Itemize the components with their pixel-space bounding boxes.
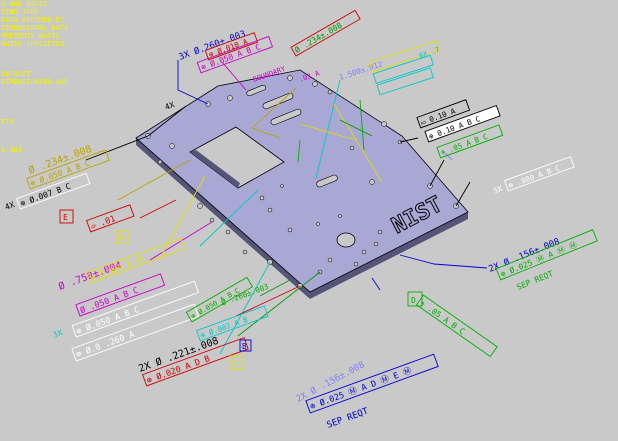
callout-3x-left[interactable]: 3X [52,328,64,340]
fcf-green-bottom[interactable]: ⌖ .05 A B C [415,294,498,358]
large-bore-hole [336,232,356,248]
fcf-yellow[interactable]: ⊕ Ø.004 A Ⓜ [86,237,185,284]
datum-a[interactable]: A [115,230,129,244]
datum-c[interactable]: C [229,355,244,370]
dimension-text: 6X .7 [418,46,441,60]
note-line: RWISE SPECIFIED. [1,40,68,48]
fcf-text: ⊕ Ø.050 A B C [190,287,241,321]
cad-viewport[interactable]: G AND BASIC RING TAKE DATA DEFINED BY DI… [0,0,618,441]
callout-3x-right[interactable]: 3X [492,184,504,196]
callout-6x[interactable]: 6X .7 [418,46,441,60]
datum-label: C [233,359,238,368]
sep-reqt-label: SEP REQT [515,269,554,292]
fcf-right-white[interactable]: ⊕ .080 A B C [504,156,575,192]
note-line: A 384 [1,146,22,154]
dimension-text: 3X [492,184,504,196]
callout-top-diagonal[interactable]: Ø .234±.008 [290,9,361,57]
sep-reqt-right: SEP REQT [515,269,554,292]
datum-e[interactable]: E [59,209,74,224]
fcf-frame [372,54,434,84]
datum-label: D [411,296,416,305]
datum-label: B [242,342,247,351]
note-line: RING TAKE [1,8,39,16]
callout-4x-top[interactable]: 4X [164,100,176,112]
datum-b[interactable]: B [239,339,252,352]
note-line: DIMENSIONING AND [1,78,68,86]
note-line: DIMENSIONAL DATA [1,24,69,32]
general-notes: G AND BASIC RING TAKE DATA DEFINED BY DI… [1,0,69,154]
dimension-text: 4X [164,100,176,112]
note-line: ETS [1,118,14,126]
fcf-frame [376,67,434,96]
sep-reqt-label: SEP REQT [326,406,371,430]
note-line: G AND BASIC [1,0,47,8]
note-line: DATA DEFINED BY [1,16,65,24]
fcf-text: ⌖ .05 A B C [418,299,466,337]
dimension-text: 3X [52,328,64,340]
fcf-text: ⊕ Ø.002 A B [199,315,249,341]
note-line: PRESENTS BASIC [1,32,60,40]
datum-label: A [119,233,124,242]
fcf-text: Ø .234±.008 [293,20,344,55]
datum-label: E [63,213,68,222]
fcf-text: ▱ .01 [89,214,116,232]
sep-reqt-bottom: SEP REQT [326,406,371,430]
fcf-flatness[interactable]: ▱ .01 [86,204,135,233]
plate-top-face [135,69,469,293]
note-line: DATASET [1,70,31,78]
callout-4x-left[interactable]: 4X [4,200,16,212]
dimension-text: 4X [4,200,16,212]
part-plate[interactable]: NIST [135,69,469,299]
